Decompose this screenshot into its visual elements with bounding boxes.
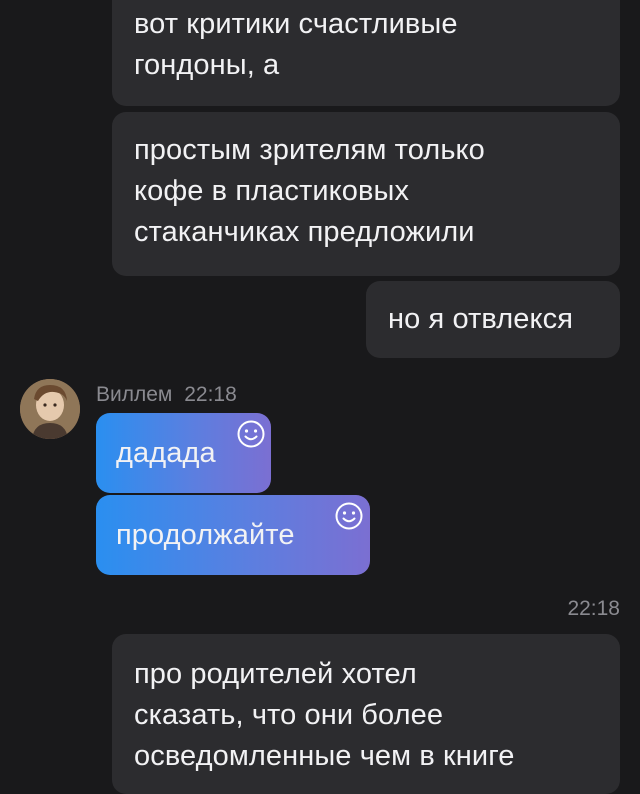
message-text-line: кофе в пластиковых xyxy=(134,175,410,207)
message-timestamp: 22:18 xyxy=(567,597,620,620)
message-text-line: про родителей хотел xyxy=(134,658,417,690)
message-text: но я отвлекся xyxy=(388,303,574,335)
message-text: дадада xyxy=(116,437,216,469)
message-bubble-outgoing[interactable]: простым зрителям только кофе в пластиков… xyxy=(112,112,620,276)
avatar[interactable] xyxy=(20,379,80,439)
smiley-icon[interactable] xyxy=(334,501,364,531)
message-text-line: стаканчиках предложили xyxy=(134,216,475,248)
message-bubble-outgoing[interactable]: вот критики счастливые гондоны, а xyxy=(112,0,620,106)
message-text-line: сказать, что они более xyxy=(134,699,444,731)
avatar-image xyxy=(20,379,80,439)
message-text-line: гондоны, а xyxy=(134,49,280,81)
sender-header: Виллем 22:18 xyxy=(96,380,237,410)
message-text-line: простым зрителям только xyxy=(134,134,485,166)
message-bubble-outgoing[interactable]: про родителей хотел сказать, что они бол… xyxy=(112,634,620,794)
sender-name[interactable]: Виллем xyxy=(96,383,172,406)
message-text-line: вот критики счастливые xyxy=(134,8,458,40)
message-bubble-outgoing[interactable]: но я отвлекся xyxy=(366,281,620,358)
message-time: 22:18 xyxy=(184,383,237,406)
message-text: продолжайте xyxy=(116,519,295,551)
chat-view: вот критики счастливые гондоны, а просты… xyxy=(0,0,640,794)
message-bubble-incoming[interactable]: продолжайте xyxy=(96,495,370,575)
smiley-icon[interactable] xyxy=(236,419,266,449)
